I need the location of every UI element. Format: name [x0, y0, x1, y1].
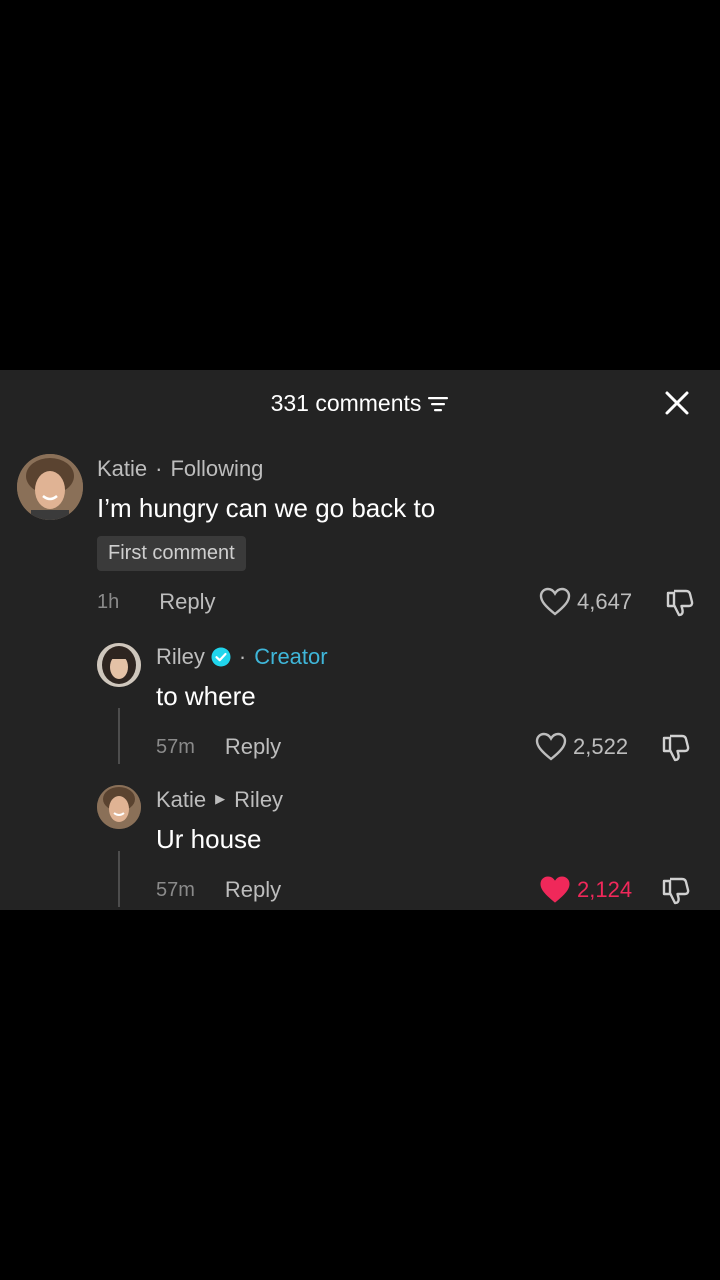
dislike-icon[interactable]	[661, 733, 691, 763]
comment-author-line: Riley · Creator	[156, 644, 328, 670]
reply-button[interactable]: Reply	[225, 877, 281, 903]
separator-dot: ·	[155, 456, 163, 481]
comment-meta: 57m Reply	[156, 877, 281, 903]
reply-button[interactable]: Reply	[159, 589, 215, 615]
like-button[interactable]: 2,124	[539, 875, 632, 905]
comment-text: to where	[156, 681, 256, 711]
comment-text: I’m hungry can we go back to	[97, 493, 436, 523]
comment-time: 1h	[97, 590, 120, 613]
comment-author-line: Katie · Following	[97, 456, 263, 482]
like-button[interactable]: 2,522	[535, 732, 628, 762]
heart-icon	[535, 732, 567, 761]
separator-dot: ·	[238, 644, 247, 669]
avatar[interactable]	[97, 785, 141, 829]
comment-count: 331 comments	[270, 389, 422, 416]
creator-label: Creator	[254, 644, 328, 669]
dislike-icon[interactable]	[665, 588, 695, 618]
author-name[interactable]: Riley	[156, 644, 205, 670]
thread-line	[118, 708, 120, 764]
filter-icon[interactable]	[427, 395, 449, 413]
avatar[interactable]	[97, 643, 141, 687]
comment-meta: 1h Reply	[97, 589, 216, 615]
author-name[interactable]: Katie	[156, 787, 206, 813]
comment-author-line: Katie ▶ Riley	[156, 787, 283, 813]
first-comment-badge: First comment	[97, 536, 246, 571]
comments-header: 331 comments	[0, 370, 720, 436]
avatar[interactable]	[17, 454, 83, 520]
like-count: 2,124	[577, 877, 633, 902]
comment-time: 57m	[156, 735, 195, 758]
reply-to-name[interactable]: Riley	[234, 787, 283, 813]
heart-icon	[539, 587, 571, 616]
comments-sheet: 331 comments Katie · Following I’m hungr…	[0, 370, 720, 910]
author-name[interactable]: Katie	[97, 456, 147, 482]
reply-arrow-icon: ▶	[215, 791, 226, 806]
dislike-icon[interactable]	[661, 876, 691, 906]
like-count: 4,647	[577, 589, 633, 614]
comment-text: Ur house	[156, 824, 262, 854]
like-button[interactable]: 4,647	[539, 587, 632, 617]
close-icon[interactable]	[664, 390, 690, 416]
relation-label: Following	[170, 456, 264, 481]
like-count: 2,522	[573, 734, 629, 759]
verified-icon	[211, 647, 231, 667]
heart-filled-icon	[540, 876, 570, 903]
reply-button[interactable]: Reply	[225, 734, 281, 760]
comment-meta: 57m Reply	[156, 734, 281, 760]
comment-time: 57m	[156, 878, 195, 901]
thread-line	[118, 851, 120, 907]
